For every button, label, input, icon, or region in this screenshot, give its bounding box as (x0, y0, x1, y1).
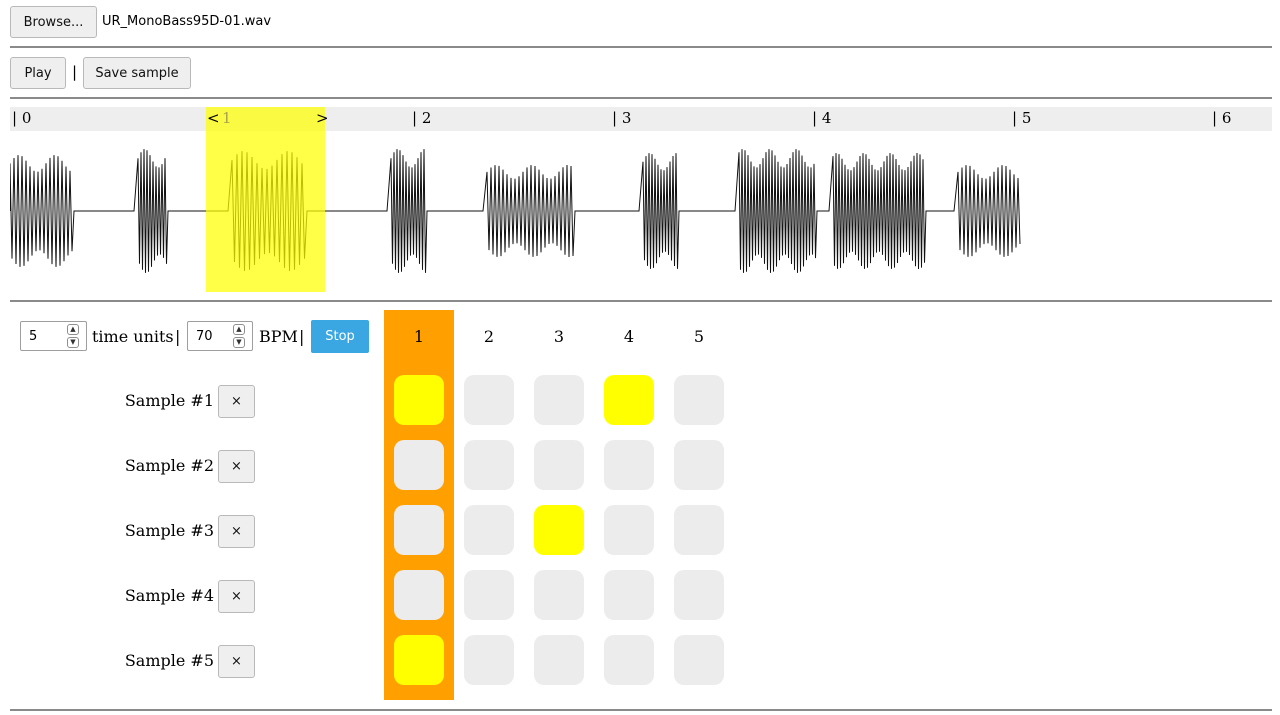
waveform[interactable] (10, 131, 1272, 291)
step-cell[interactable] (534, 440, 584, 490)
browse-button[interactable]: Browse... (10, 6, 97, 38)
remove-sample-button[interactable]: × (218, 515, 255, 548)
increment-icon[interactable]: ▲ (67, 324, 79, 335)
play-button[interactable]: Play (10, 57, 66, 89)
step-cell[interactable] (394, 570, 444, 620)
step-cell[interactable] (464, 440, 514, 490)
remove-sample-button[interactable]: × (218, 580, 255, 613)
step-column-header: 2 (483, 327, 495, 346)
step-cell[interactable] (464, 570, 514, 620)
step-column-header: 3 (553, 327, 565, 346)
step-cell[interactable] (464, 635, 514, 685)
bpm-label: BPM (259, 327, 298, 346)
remove-sample-button[interactable]: × (218, 385, 255, 418)
sample-label: Sample #4 (124, 586, 214, 605)
ruler-tick: | 4 (812, 109, 832, 127)
step-cell[interactable] (674, 570, 724, 620)
step-cell[interactable] (604, 505, 654, 555)
divider (10, 300, 1272, 302)
waveform-path (10, 149, 1270, 273)
step-cell[interactable] (394, 505, 444, 555)
ruler-tick: | 5 (1012, 109, 1032, 127)
step-cell[interactable] (534, 375, 584, 425)
step-cell[interactable] (464, 375, 514, 425)
ruler-tick: | 2 (412, 109, 432, 127)
sample-label: Sample #2 (124, 456, 214, 475)
time-units-label: time units (92, 327, 174, 346)
step-column-header: 4 (623, 327, 635, 346)
decrement-icon[interactable]: ▼ (67, 337, 79, 348)
step-cell[interactable] (534, 570, 584, 620)
step-cell[interactable] (604, 440, 654, 490)
sample-label: Sample #3 (124, 521, 214, 540)
increment-icon[interactable]: ▲ (233, 324, 245, 335)
step-cell[interactable] (604, 635, 654, 685)
separator: | (299, 327, 305, 346)
bpm-input[interactable]: 70 ▲ ▼ (187, 321, 253, 351)
separator: | (175, 327, 181, 346)
decrement-icon[interactable]: ▼ (233, 337, 245, 348)
divider (10, 709, 1272, 711)
ruler-tick: | 3 (612, 109, 632, 127)
selection-number: 1 (222, 109, 232, 127)
sample-label: Sample #1 (124, 391, 214, 410)
step-cell[interactable] (534, 505, 584, 555)
step-cell[interactable] (674, 440, 724, 490)
selection-right-handle[interactable]: > (316, 109, 329, 127)
selection-left-handle[interactable]: < (207, 109, 220, 127)
remove-sample-button[interactable]: × (218, 450, 255, 483)
timeline-ruler[interactable] (10, 107, 1272, 131)
divider (10, 97, 1272, 99)
step-cell[interactable] (394, 440, 444, 490)
ruler-tick: | 6 (1212, 109, 1232, 127)
bpm-value: 70 (196, 329, 213, 344)
stop-button[interactable]: Stop (311, 320, 369, 353)
time-units-value: 5 (29, 329, 38, 344)
step-cell[interactable] (674, 375, 724, 425)
step-cell[interactable] (674, 505, 724, 555)
sample-label: Sample #5 (124, 651, 214, 670)
divider (10, 46, 1272, 48)
file-name: UR_MonoBass95D-01.wav (102, 14, 272, 29)
step-cell[interactable] (534, 635, 584, 685)
selection-region[interactable] (206, 107, 325, 292)
remove-sample-button[interactable]: × (218, 645, 255, 678)
step-cell[interactable] (394, 635, 444, 685)
time-units-input[interactable]: 5 ▲ ▼ (20, 321, 87, 351)
step-cell[interactable] (464, 505, 514, 555)
step-cell[interactable] (394, 375, 444, 425)
step-cell[interactable] (674, 635, 724, 685)
ruler-tick: | 0 (12, 109, 32, 127)
step-cell[interactable] (604, 375, 654, 425)
step-cell[interactable] (604, 570, 654, 620)
step-column-header: 5 (693, 327, 705, 346)
save-sample-button[interactable]: Save sample (83, 57, 191, 89)
separator: | (72, 63, 78, 81)
step-column-header: 1 (413, 327, 425, 346)
